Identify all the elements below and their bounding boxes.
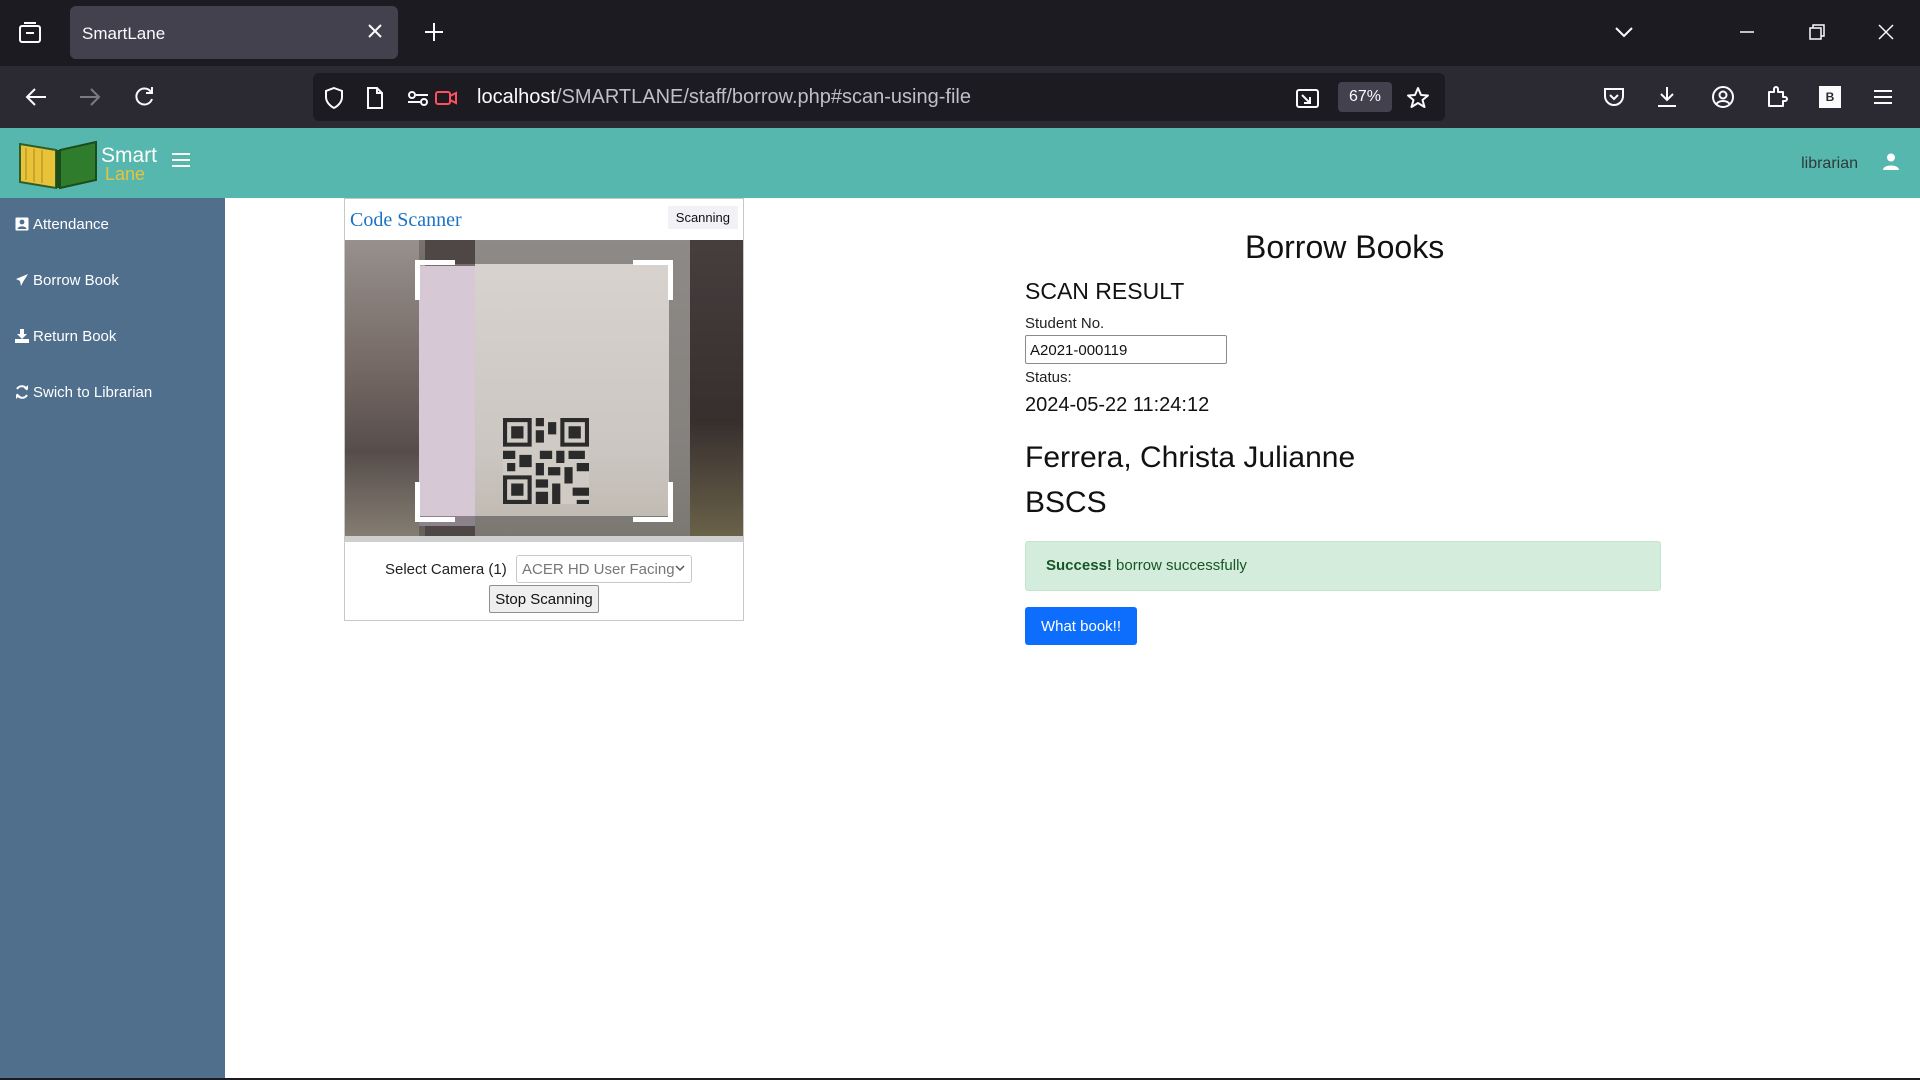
sidebar: Attendance Borrow Book Return Book Swich… <box>0 198 225 1078</box>
scan-corner-bottom-left <box>415 482 455 522</box>
what-book-button[interactable]: What book!! <box>1025 607 1137 645</box>
menu-icon[interactable] <box>1865 79 1901 115</box>
restore-icon[interactable] <box>1797 14 1837 50</box>
stop-scanning-button[interactable]: Stop Scanning <box>489 585 599 613</box>
user-check-icon <box>15 217 29 231</box>
sidebar-item-label: Borrow Book <box>33 271 119 289</box>
app-header: Smart Lane librarian <box>0 128 1920 198</box>
web-page: Smart Lane librarian Attendance Borrow B… <box>0 128 1920 1078</box>
student-name: Ferrera, Christa Julianne <box>1025 441 1356 474</box>
picture-in-picture-icon[interactable] <box>1295 85 1321 111</box>
user-label[interactable]: librarian <box>1801 155 1858 173</box>
reload-icon[interactable] <box>126 79 162 115</box>
browser-nav-bar: localhost/SMARTLANE/staff/borrow.php#sca… <box>0 66 1920 128</box>
code-scanner: Code Scanner Scanning Select Camera (1) <box>344 198 744 621</box>
account-icon[interactable] <box>1705 79 1741 115</box>
page-title: Borrow Books <box>1245 229 1445 265</box>
smartlane-logo[interactable]: Smart Lane <box>16 136 166 190</box>
qr-code-image <box>503 418 589 504</box>
send-icon <box>16 274 28 286</box>
tab-title: SmartLane <box>82 24 166 43</box>
scan-mask-top <box>419 240 669 264</box>
url-path: /SMARTLANE/staff/borrow.php#scan-using-f… <box>555 86 971 108</box>
scan-result-heading: SCAN RESULT <box>1025 278 1185 304</box>
download-icon <box>15 329 29 343</box>
scan-mask-left <box>345 240 419 542</box>
student-no-label: Student No. <box>1025 315 1105 332</box>
profile-b-badge: B <box>1819 86 1841 108</box>
downloads-icon[interactable] <box>1649 79 1685 115</box>
extensions-icon[interactable] <box>1759 79 1795 115</box>
url-host: localhost <box>477 86 556 108</box>
permissions-icon[interactable] <box>405 85 431 111</box>
close-tab-icon[interactable] <box>364 20 386 42</box>
camera-select-value: ACER HD User Facing <box>522 561 675 578</box>
forward-icon[interactable] <box>72 79 108 115</box>
camera-select-label: Select Camera (1) <box>385 561 507 578</box>
success-alert: Success! borrow successfully <box>1025 541 1661 591</box>
scan-mask-right <box>669 240 743 542</box>
sidebar-item-borrow-book[interactable]: Borrow Book <box>15 268 119 292</box>
student-course: BSCS <box>1025 486 1107 519</box>
tab-list-icon[interactable] <box>12 16 48 50</box>
camera-sharing-icon[interactable] <box>433 85 459 111</box>
scan-corner-top-left <box>415 260 455 300</box>
scan-corner-top-right <box>633 260 673 300</box>
sidebar-toggle-icon[interactable] <box>172 153 190 169</box>
url-text[interactable]: localhost/SMARTLANE/staff/borrow.php#sca… <box>477 86 971 109</box>
url-bar[interactable]: localhost/SMARTLANE/staff/borrow.php#sca… <box>313 73 1445 121</box>
scan-corner-bottom-right <box>633 482 673 522</box>
sidebar-item-return-book[interactable]: Return Book <box>15 324 116 348</box>
close-window-icon[interactable] <box>1866 14 1906 50</box>
sidebar-item-label: Swich to Librarian <box>33 383 153 401</box>
sidebar-item-attendance[interactable]: Attendance <box>15 212 109 236</box>
zoom-level[interactable]: 67% <box>1338 82 1392 112</box>
logo-word-lane: Lane <box>105 164 146 184</box>
alert-text: borrow successfully <box>1111 557 1247 574</box>
shield-icon[interactable] <box>321 85 347 111</box>
feed-bottom-strip <box>345 536 743 542</box>
camera-select[interactable]: ACER HD User Facing <box>516 555 692 583</box>
list-all-tabs-icon[interactable] <box>1604 14 1644 50</box>
sidebar-item-label: Attendance <box>33 215 109 233</box>
alert-strong: Success! <box>1046 557 1112 574</box>
refresh-icon <box>16 385 28 399</box>
chevron-down-icon <box>675 565 685 572</box>
user-icon[interactable] <box>1880 150 1902 172</box>
back-icon[interactable] <box>18 79 54 115</box>
sidebar-item-switch-librarian[interactable]: Swich to Librarian <box>15 380 152 404</box>
browser-tab[interactable]: SmartLane <box>70 6 398 59</box>
book-logo-icon <box>19 140 97 190</box>
page-icon[interactable] <box>362 85 388 111</box>
bookmark-star-icon[interactable] <box>1405 85 1431 111</box>
camera-feed <box>345 240 743 542</box>
scanner-status-badge: Scanning <box>667 206 738 229</box>
student-no-field[interactable]: A2021-000119 <box>1025 335 1227 364</box>
profile-b-icon[interactable]: B <box>1812 79 1848 115</box>
new-tab-icon[interactable] <box>420 18 448 46</box>
status-label: Status: <box>1025 369 1072 386</box>
sidebar-item-label: Return Book <box>33 327 117 345</box>
browser-tab-bar: SmartLane <box>0 0 1920 66</box>
scanner-title: Code Scanner <box>350 209 462 231</box>
pocket-icon[interactable] <box>1596 79 1632 115</box>
status-value: 2024-05-22 11:24:12 <box>1025 394 1210 416</box>
minimize-icon[interactable] <box>1727 14 1767 50</box>
